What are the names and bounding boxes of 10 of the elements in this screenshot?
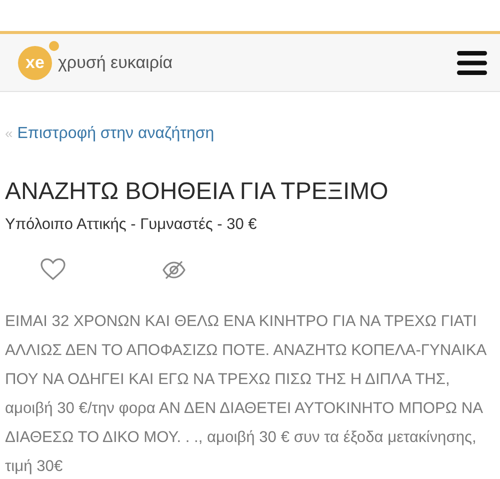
logo-dot (49, 40, 59, 50)
logo-text[interactable]: χρυσή ευκαιρία (58, 50, 173, 76)
listing-title: ΑΝΑΖΗΤΩ ΒΟΗΘΕΙΑ ΓΙΑ ΤΡΕΞΙΜΟ (5, 178, 390, 207)
back-link[interactable]: Επιστροφή στην αναζήτηση (17, 125, 214, 142)
back-chevron-icon: « (5, 125, 13, 141)
heart-icon[interactable] (40, 258, 66, 282)
hide-icon[interactable] (162, 260, 186, 280)
listing-subtitle: Υπόλοιπο Αττικής - Γυμναστές - 30 € (5, 214, 258, 235)
listing-description: ΕΙΜΑΙ 32 ΧΡΟΝΩΝ ΚΑΙ ΘΕΛΩ ΕΝΑ ΚΙΝΗΤΡΟ ΓΙΑ ΝΑ ΤΡΕΧΩ ΓΙΑΤΙ ΑΛΛΙΩΣ ΔΕΝ ΤΟ ΑΠΟΦΑΣΙΖΩ ΠΟΤΕ. ΑΝΑΖΗΤΩ ΚΟΠΕΛΑ-ΓΥΝΑΙΚΑ ΠΟΥ ΝΑ ΟΔΗΓΕΙ ΚΑΙ ΕΓΩ ΝΑ ΤΡΕΧΩ ΠΙΣΩ ΤΗΣ Η ΔΙΠΛΑ ΤΗΣ, αμοιβή 30 €/την φορα ΑΝ ΔΕΝ ΔΙΑΘΕΤΕΙ ΑΥΤΟΚΙΝΗΤΟ ΜΠΟΡΩ ΝΑ ΔΙΑΘΕΣΩ ΤΟ ΔΙΚΟ ΜΟΥ. . ., αμοιβή 30 € συν τα έξοδα μετακίνησης, τιμή 30€ (5, 312, 488, 478)
menu-icon[interactable] (456, 50, 488, 76)
